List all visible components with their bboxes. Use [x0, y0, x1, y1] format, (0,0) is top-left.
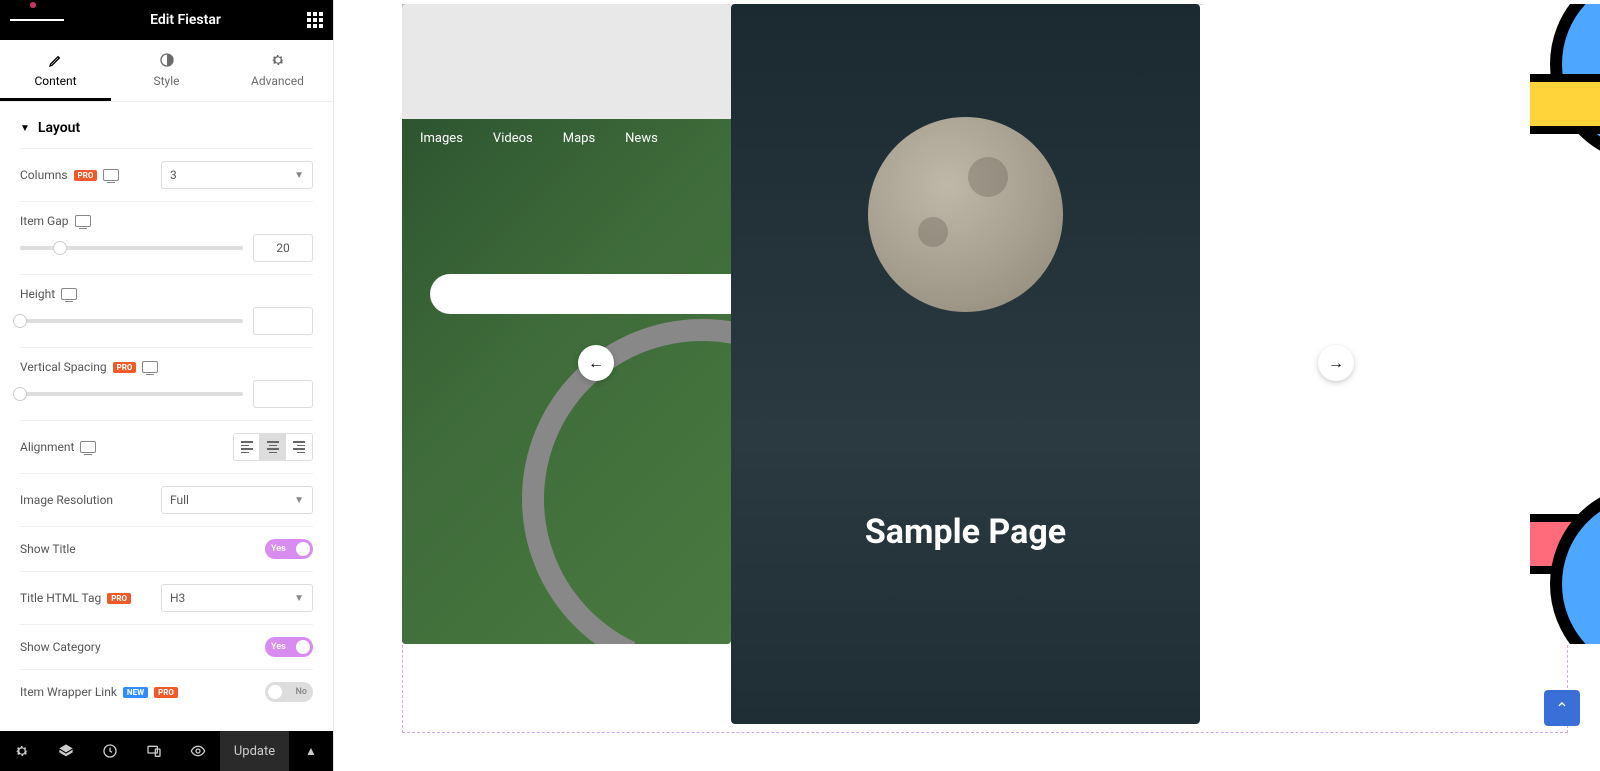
preview-button[interactable] — [176, 731, 220, 771]
responsive-icon[interactable] — [80, 441, 96, 453]
image-resolution-select[interactable]: Full▼ — [161, 486, 313, 514]
image-resolution-label: Image Resolution — [20, 493, 113, 507]
height-slider[interactable] — [20, 319, 243, 323]
item-gap-slider[interactable] — [20, 246, 243, 250]
alignment-label: Alignment — [20, 440, 74, 454]
history-button[interactable] — [88, 731, 132, 771]
title-tag-select[interactable]: H3▼ — [161, 584, 313, 612]
pencil-icon — [48, 52, 64, 68]
new-badge: NEW — [123, 687, 148, 698]
chevron-down-icon: ▼ — [294, 593, 304, 604]
settings-button[interactable] — [0, 731, 44, 771]
preview-searchbar — [430, 274, 731, 314]
height-input[interactable] — [253, 307, 313, 335]
item-wrapper-link-label: Item Wrapper Link — [20, 685, 117, 699]
chevron-down-icon: ▼ — [294, 170, 304, 181]
align-right-button[interactable] — [286, 434, 312, 460]
align-center-button[interactable] — [260, 434, 286, 460]
responsive-icon[interactable] — [75, 215, 91, 227]
pro-badge: PRO — [113, 362, 137, 373]
vertical-spacing-input[interactable] — [253, 380, 313, 408]
panel-title: Edit Fiestar — [150, 12, 221, 28]
sample-page-title: Sample Page — [865, 512, 1066, 552]
gear-icon — [14, 743, 30, 759]
preview-nav: ImagesVideosMapsNews — [420, 131, 658, 146]
arrow-right-icon: → — [1328, 353, 1344, 373]
gear-icon — [270, 52, 286, 68]
chevron-up-icon: ▲ — [305, 744, 317, 758]
carousel-card-2[interactable]: Sample Page — [731, 4, 1200, 724]
update-options-button[interactable]: ▲ — [289, 731, 333, 771]
yellow-bar — [1530, 74, 1600, 134]
item-wrapper-link-toggle[interactable]: No — [265, 682, 313, 702]
contrast-icon — [159, 52, 175, 68]
carousel-card-1[interactable]: ImagesVideosMapsNews — [402, 4, 731, 644]
responsive-icon[interactable] — [142, 361, 158, 373]
eye-icon — [190, 743, 206, 759]
carousel-next-button[interactable]: → — [1318, 345, 1354, 381]
navigator-button[interactable] — [44, 731, 88, 771]
responsive-button[interactable] — [132, 731, 176, 771]
pro-badge: PRO — [107, 593, 131, 604]
history-icon — [102, 743, 118, 759]
height-label: Height — [20, 287, 55, 301]
moon-image — [868, 117, 1063, 312]
vertical-spacing-label: Vertical Spacing — [20, 360, 107, 374]
carousel-prev-button[interactable]: ← — [578, 345, 614, 381]
chevron-up-icon: ⌃ — [1555, 699, 1568, 718]
responsive-icon[interactable] — [103, 169, 119, 181]
update-button[interactable]: Update — [220, 731, 289, 771]
align-left-button[interactable] — [234, 434, 260, 460]
pro-badge: PRO — [74, 170, 98, 181]
arrow-left-icon: ← — [588, 353, 604, 373]
caret-down-icon: ▼ — [20, 123, 30, 134]
item-gap-input[interactable] — [253, 234, 313, 262]
show-title-label: Show Title — [20, 542, 76, 556]
pro-badge: PRO — [154, 687, 178, 698]
tab-style[interactable]: Style — [111, 40, 222, 101]
tab-content[interactable]: Content — [0, 40, 111, 101]
show-category-toggle[interactable]: Yes — [265, 637, 313, 657]
title-tag-label: Title HTML Tag — [20, 591, 101, 605]
widgets-grid-icon[interactable] — [307, 12, 323, 28]
devices-icon — [146, 743, 162, 759]
person-icon-bottom — [1550, 484, 1600, 644]
layers-icon — [58, 743, 74, 759]
responsive-icon[interactable] — [61, 288, 77, 300]
columns-label: Columns — [20, 168, 68, 182]
item-gap-label: Item Gap — [20, 214, 69, 228]
carousel-card-3[interactable]: VS — [1200, 4, 1600, 644]
scroll-top-button[interactable]: ⌃ — [1544, 690, 1580, 726]
show-category-label: Show Category — [20, 640, 101, 654]
section-layout[interactable]: ▼Layout — [20, 102, 313, 148]
menu-icon[interactable] — [10, 17, 64, 23]
columns-select[interactable]: 3▼ — [161, 161, 313, 189]
vertical-spacing-slider[interactable] — [20, 392, 243, 396]
show-title-toggle[interactable]: Yes — [265, 539, 313, 559]
tab-advanced[interactable]: Advanced — [222, 40, 333, 101]
chevron-down-icon: ▼ — [294, 495, 304, 506]
